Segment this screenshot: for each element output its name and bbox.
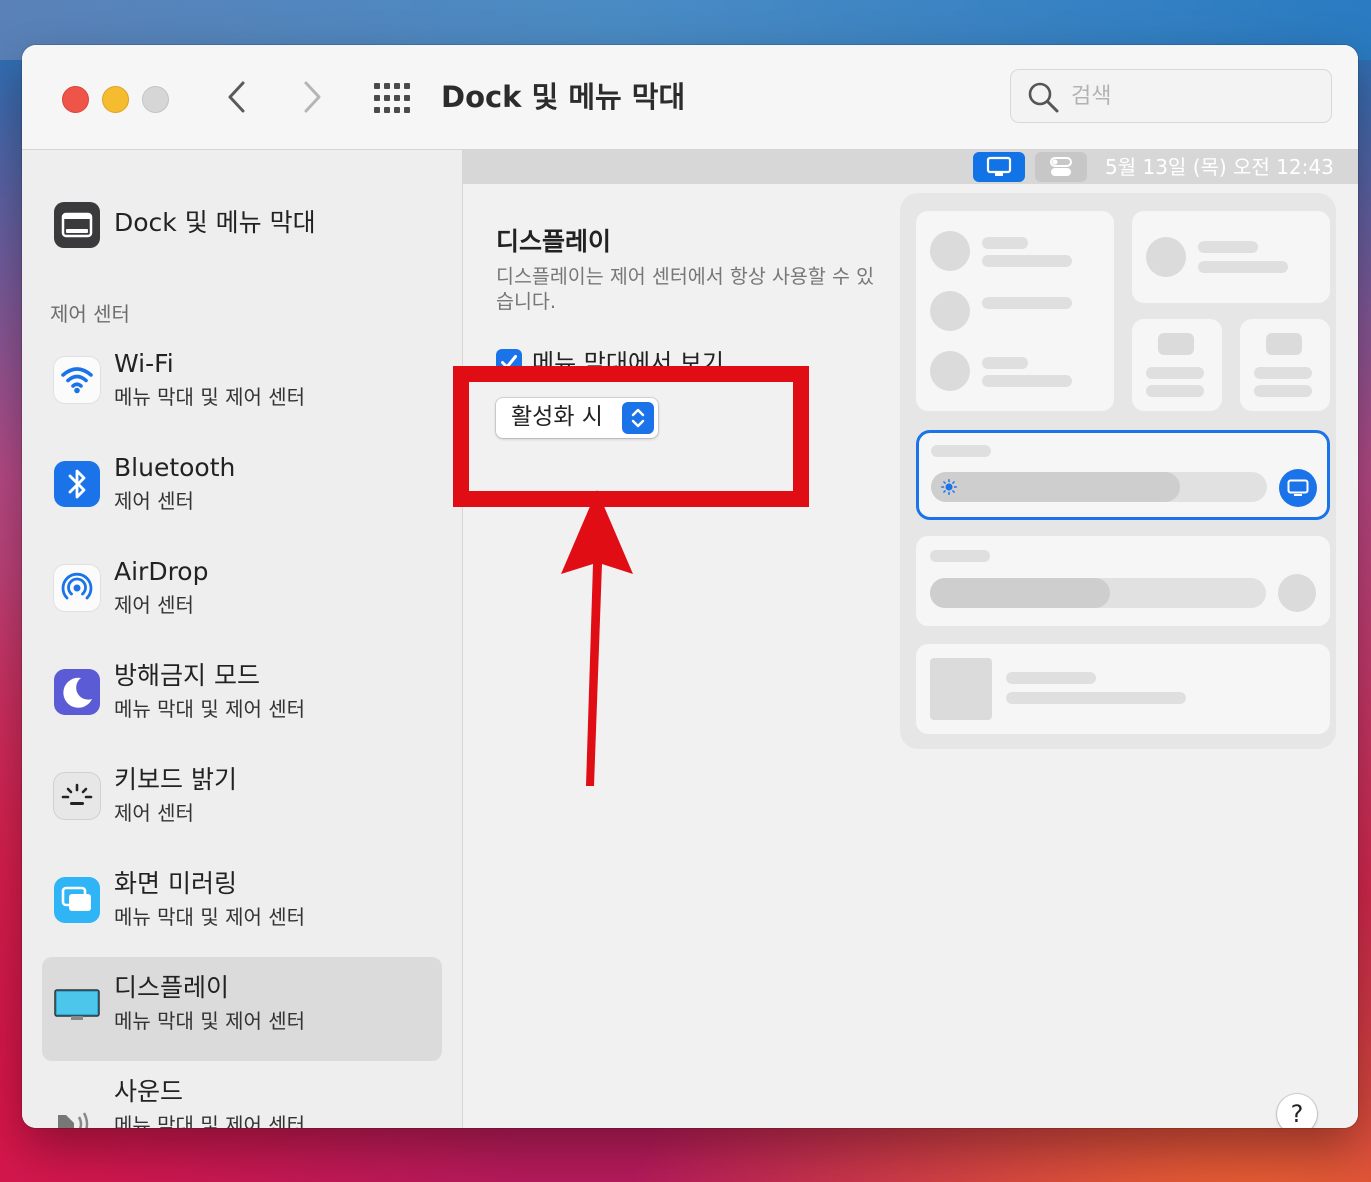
sidebar-item-subtitle: 메뉴 막대 및 제어 센터 (114, 697, 306, 721)
help-button[interactable]: ? (1277, 1094, 1317, 1128)
preview-display-button (1279, 469, 1317, 507)
menubar-control-center-icon (1035, 152, 1087, 182)
sidebar-item-name: 방해금지 모드 (114, 661, 260, 690)
section-title: 디스플레이 (496, 227, 612, 256)
moon-icon (54, 669, 100, 715)
back-button[interactable] (219, 77, 255, 117)
sidebar-item-dock-menubar[interactable]: Dock 및 메뉴 막대 (54, 200, 454, 256)
preview-now-playing-card (916, 644, 1330, 734)
sidebar-item-do-not-disturb[interactable]: 방해금지 모드 메뉴 막대 및 제어 센터 (42, 645, 442, 749)
show-in-menubar-checkbox[interactable] (496, 349, 522, 375)
sidebar-item-wifi[interactable]: Wi-Fi 메뉴 막대 및 제어 센터 (42, 333, 442, 437)
sidebar-item-airdrop[interactable]: AirDrop 제어 센터 (42, 541, 442, 645)
search-placeholder: 검색 (1071, 84, 1112, 109)
preview-small-card (1240, 319, 1330, 411)
sidebar-item-display[interactable]: 디스플레이 메뉴 막대 및 제어 센터 (42, 957, 442, 1061)
sidebar-section-header: 제어 센터 (50, 302, 130, 326)
close-button[interactable] (62, 86, 89, 113)
preview-brightness-slider (931, 472, 1267, 502)
brightness-level-fill (931, 472, 1180, 502)
show-all-grid-icon[interactable] (372, 81, 412, 115)
zoom-button[interactable] (142, 86, 169, 113)
annotation-arrow-icon (561, 490, 633, 786)
chevron-up-down-icon (622, 402, 654, 434)
preview-display-card (916, 430, 1330, 520)
preview-connectivity-card (916, 211, 1114, 411)
sidebar-item-bluetooth[interactable]: Bluetooth 제어 센터 (42, 437, 442, 541)
sidebar-item-name: 사운드 (114, 1077, 184, 1106)
chevron-left-icon (228, 81, 245, 113)
popup-selected-value: 활성화 시 (511, 404, 603, 430)
menubar-visibility-popup[interactable]: 활성화 시 (496, 398, 658, 438)
sidebar-item-name: Wi-Fi (114, 349, 174, 378)
system-preferences-window: Dock 및 메뉴 막대 검색 Dock 및 메뉴 막대 제어 센터 Wi-Fi… (22, 45, 1358, 1128)
sidebar-item-name: AirDrop (114, 557, 209, 586)
sidebar-item-subtitle: 메뉴 막대 및 제어 센터 (114, 1009, 306, 1033)
keyboard-brightness-icon (54, 773, 100, 819)
search-field[interactable]: 검색 (1010, 69, 1332, 123)
preview-small-card (1132, 319, 1222, 411)
display-icon (54, 981, 100, 1027)
screen-mirroring-icon (54, 877, 100, 923)
detail-pane: 5월 13일 (목) 오전 12:43 디스플레이 디스플레이는 제어 센터에서… (453, 150, 1358, 1128)
sun-icon (941, 479, 957, 495)
control-center-preview (900, 193, 1336, 749)
speaker-icon (54, 1085, 100, 1128)
section-description: 디스플레이는 제어 센터에서 항상 사용할 수 있습니다. (496, 265, 875, 313)
window-title: Dock 및 메뉴 막대 (441, 80, 686, 114)
dock-icon (54, 202, 100, 248)
sidebar-item-sound[interactable]: 사운드 메뉴 막대 및 제어 센터 (42, 1061, 442, 1128)
bluetooth-icon (54, 461, 100, 507)
sidebar-item-label: Dock 및 메뉴 막대 (114, 208, 316, 237)
sidebar-item-subtitle: 메뉴 막대 및 제어 센터 (114, 385, 306, 409)
minimize-button[interactable] (102, 86, 129, 113)
airdrop-icon (54, 565, 100, 611)
search-icon (1028, 82, 1059, 113)
sidebar-item-subtitle: 메뉴 막대 및 제어 센터 (114, 905, 306, 929)
display-icon (1287, 479, 1309, 496)
sidebar-item-subtitle: 제어 센터 (114, 801, 194, 825)
sidebar-item-name: Bluetooth (114, 453, 236, 482)
titlebar: Dock 및 메뉴 막대 검색 (22, 45, 1358, 150)
checkmark-icon (501, 355, 517, 369)
sidebar: Dock 및 메뉴 막대 제어 센터 Wi-Fi 메뉴 막대 및 제어 센터 B… (22, 150, 463, 1128)
chevron-right-icon (304, 81, 321, 113)
preview-sound-card (916, 536, 1330, 626)
sidebar-item-subtitle: 제어 센터 (114, 489, 194, 513)
show-in-menubar-row[interactable]: 메뉴 막대에서 보기 (496, 346, 826, 380)
sidebar-item-name: 디스플레이 (114, 973, 230, 1002)
forward-button[interactable] (294, 77, 330, 117)
menubar-preview: 5월 13일 (목) 오전 12:43 (463, 150, 1358, 184)
sidebar-item-subtitle: 메뉴 막대 및 제어 센터 (114, 1113, 306, 1128)
sidebar-item-name: 키보드 밝기 (114, 765, 237, 794)
menubar-display-icon (973, 152, 1025, 182)
sidebar-item-keyboard-brightness[interactable]: 키보드 밝기 제어 센터 (42, 749, 442, 853)
preview-media-card (1132, 211, 1330, 303)
wifi-icon (54, 357, 100, 403)
menubar-clock: 5월 13일 (목) 오전 12:43 (1105, 155, 1334, 179)
sidebar-item-screen-mirroring[interactable]: 화면 미러링 메뉴 막대 및 제어 센터 (42, 853, 442, 957)
checkbox-label: 메뉴 막대에서 보기 (532, 349, 724, 377)
sidebar-item-name: 화면 미러링 (114, 869, 237, 898)
sidebar-item-subtitle: 제어 센터 (114, 593, 194, 617)
